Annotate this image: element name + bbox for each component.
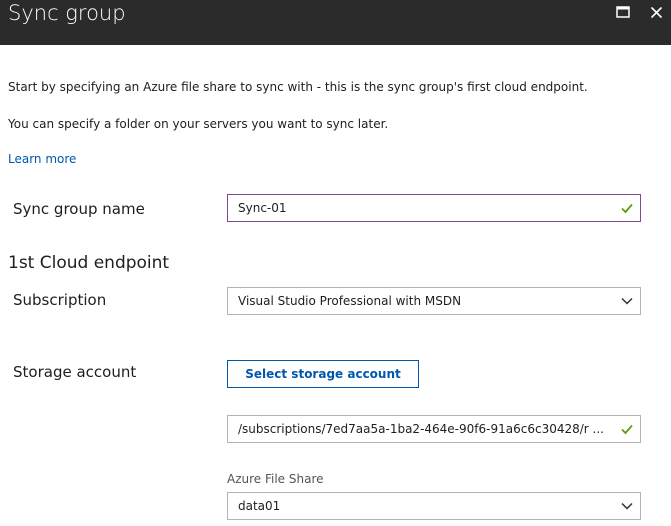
checkmark-icon: [621, 424, 633, 435]
sync-group-name-value: Sync-01: [238, 201, 287, 215]
close-icon: [650, 6, 662, 18]
select-storage-account-button[interactable]: Select storage account: [227, 360, 419, 388]
maximize-button[interactable]: [612, 2, 634, 22]
checkmark-icon: [621, 203, 633, 214]
title-bar: Sync group: [0, 0, 671, 45]
sync-group-name-input[interactable]: Sync-01: [227, 194, 641, 222]
storage-account-path-value: /subscriptions/7ed7aa5a-1ba2-464e-90f6-9…: [238, 422, 604, 436]
chevron-down-icon: [621, 297, 633, 305]
blade-title: Sync group: [8, 1, 126, 25]
sync-group-name-label: Sync group name: [13, 200, 145, 218]
close-button[interactable]: [645, 2, 667, 22]
maximize-icon: [616, 6, 630, 18]
azure-file-share-label: Azure File Share: [227, 472, 324, 486]
cloud-endpoint-heading: 1st Cloud endpoint: [8, 253, 170, 273]
storage-account-label: Storage account: [13, 363, 137, 381]
chevron-down-icon: [621, 502, 633, 510]
subscription-value: Visual Studio Professional with MSDN: [238, 294, 462, 308]
azure-file-share-dropdown[interactable]: data01: [227, 492, 641, 520]
intro-text: Start by specifying an Azure file share …: [8, 80, 588, 94]
storage-account-path-field[interactable]: /subscriptions/7ed7aa5a-1ba2-464e-90f6-9…: [227, 415, 641, 443]
learn-more-link[interactable]: Learn more: [8, 152, 76, 166]
subscription-label: Subscription: [13, 291, 107, 309]
intro-hint-text: You can specify a folder on your servers…: [8, 117, 389, 131]
azure-file-share-value: data01: [238, 499, 281, 513]
subscription-dropdown[interactable]: Visual Studio Professional with MSDN: [227, 287, 641, 315]
